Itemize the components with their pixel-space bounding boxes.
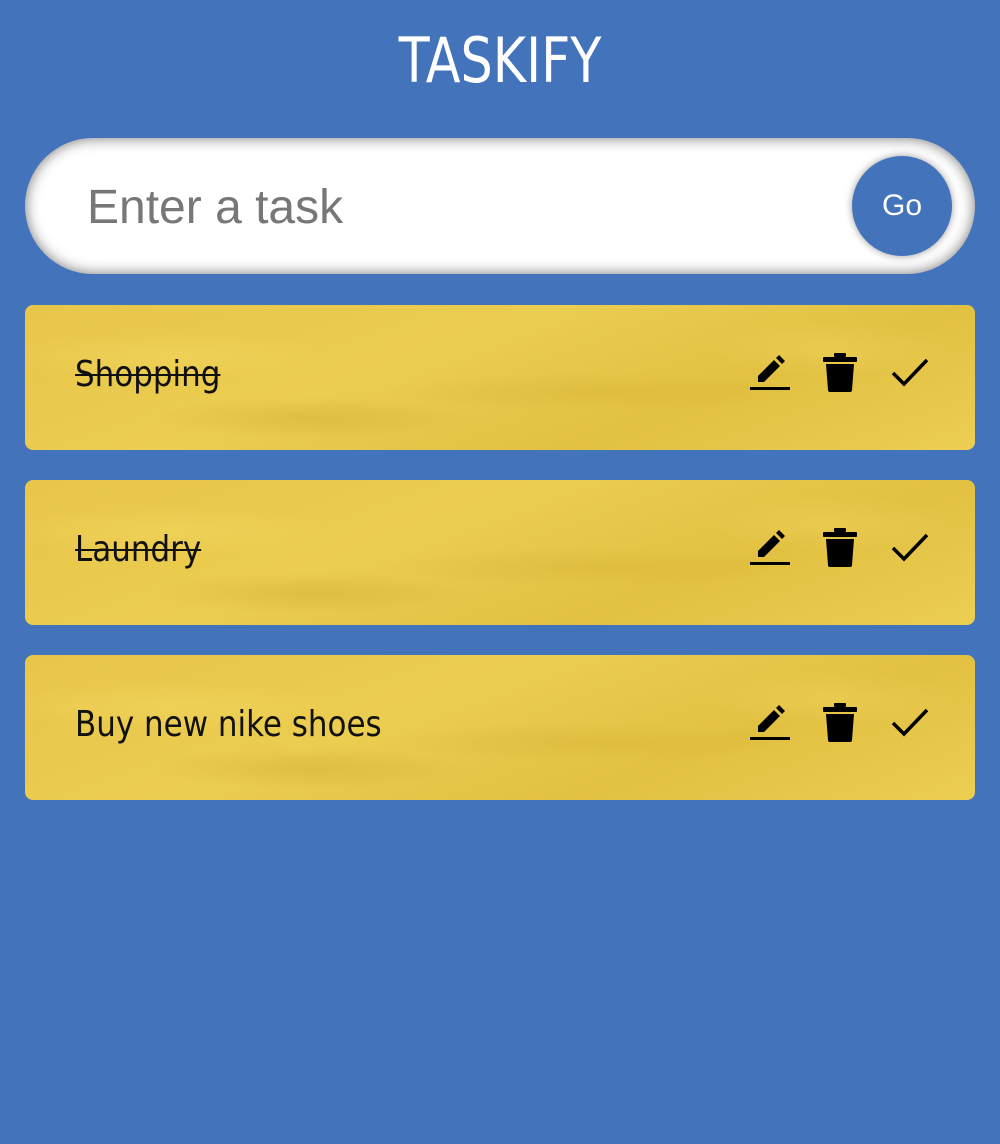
- check-icon[interactable]: [889, 701, 931, 743]
- task-text: Buy new nike shoes: [75, 704, 382, 745]
- check-icon[interactable]: [889, 351, 931, 393]
- go-button[interactable]: Go: [852, 156, 952, 256]
- edit-icon[interactable]: [749, 351, 791, 393]
- task-text: Shopping: [75, 354, 221, 395]
- delete-icon[interactable]: [819, 351, 861, 393]
- delete-icon[interactable]: [819, 526, 861, 568]
- task-text: Laundry: [75, 529, 202, 570]
- task-card: Shopping: [25, 305, 975, 450]
- edit-icon[interactable]: [749, 701, 791, 743]
- delete-icon[interactable]: [819, 701, 861, 743]
- check-icon[interactable]: [889, 526, 931, 568]
- task-form: Go: [25, 138, 975, 274]
- task-input[interactable]: [85, 166, 829, 248]
- edit-icon[interactable]: [749, 526, 791, 568]
- task-card: Buy new nike shoes: [25, 655, 975, 800]
- task-card: Laundry: [25, 480, 975, 625]
- task-list: Shopping Laundry Buy new nike shoes: [25, 305, 975, 830]
- app-title: TASKIFY: [398, 24, 602, 97]
